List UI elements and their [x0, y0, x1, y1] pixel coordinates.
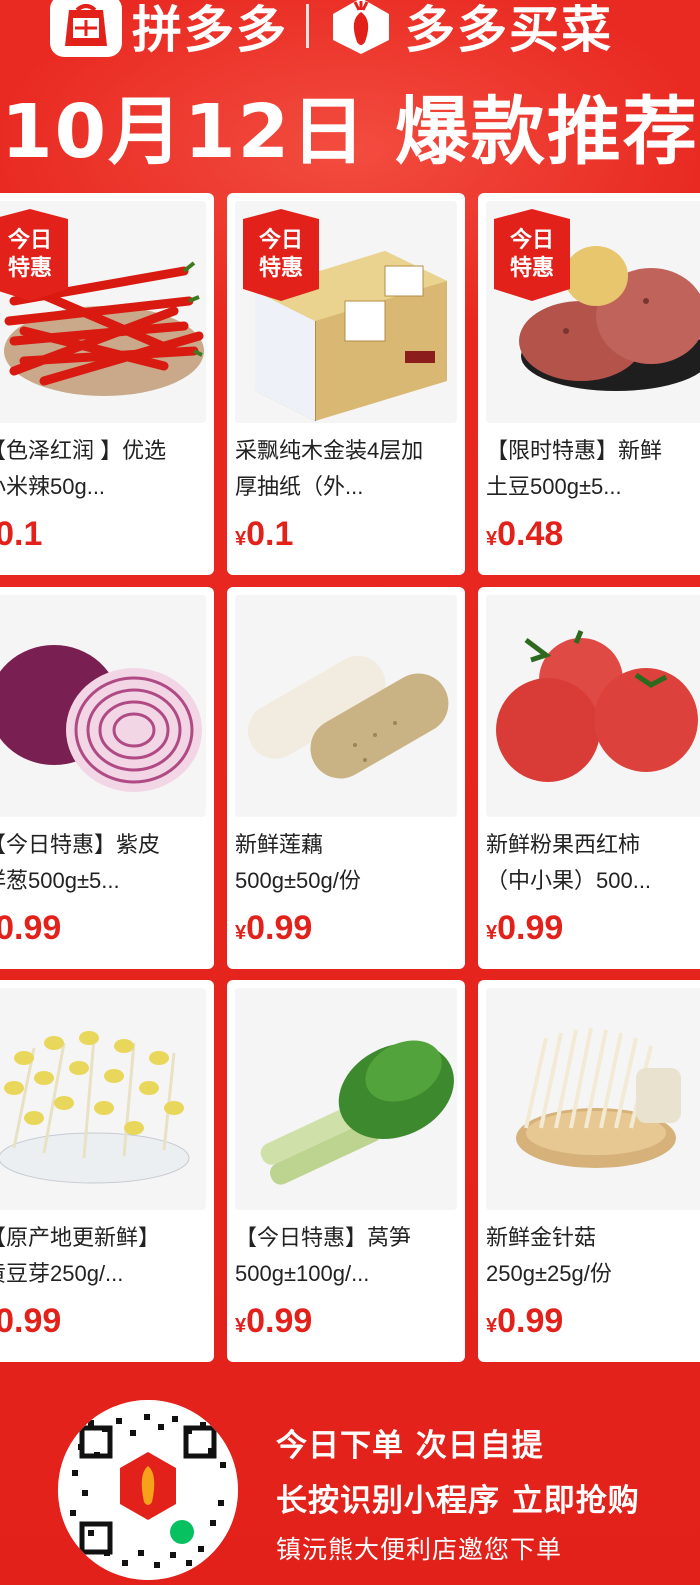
- product-price: ¥0.99: [235, 1302, 313, 1340]
- footer-store-text: 镇沅熊大便利店邀您下单: [276, 1535, 563, 1564]
- product-title: 新鲜粉果西红柿 （中小果）500...: [486, 832, 652, 893]
- product-card[interactable]: 今日特惠 【色泽红润 】优选小米辣50g... ¥0.1: [0, 193, 214, 575]
- celtuce-image: [235, 988, 457, 1210]
- red-onion-image: [0, 595, 206, 817]
- product-image: [486, 595, 700, 817]
- qr-code-icon: [58, 1400, 238, 1580]
- product-image: [0, 595, 206, 817]
- product-title: 【色泽红润 】优选小米辣50g...: [0, 438, 167, 499]
- product-price: ¥0.99: [235, 909, 313, 947]
- product-image: [0, 988, 206, 1210]
- product-card[interactable]: 今日 特惠 采飘纯木金装4层加 厚抽纸（外... ¥0.1: [227, 193, 465, 575]
- product-title: 【今日特惠】紫皮洋葱500g±5...: [0, 832, 161, 893]
- product-title: 【今日特惠】莴笋 500g±100g/...: [235, 1225, 412, 1286]
- today-special-badge: 今日 特惠: [0, 209, 70, 301]
- lotus-root-image: [235, 595, 457, 817]
- product-card[interactable]: 新鲜莲藕 500g±50g/份 ¥0.99: [227, 587, 465, 969]
- product-image: [486, 988, 700, 1210]
- product-price: ¥0.99: [0, 909, 62, 947]
- enoki-mushroom-image: [486, 988, 700, 1210]
- product-price: ¥0.99: [486, 909, 564, 947]
- product-card[interactable]: 新鲜粉果西红柿 （中小果）500... ¥0.99: [478, 587, 700, 969]
- product-price: ¥0.99: [486, 1302, 564, 1340]
- product-title: 【限时特惠】新鲜 土豆500g±5...: [486, 438, 663, 499]
- product-card[interactable]: 【今日特惠】紫皮洋葱500g±5... ¥0.99: [0, 587, 214, 969]
- product-grid: 今日特惠 【色泽红润 】优选小米辣50g... ¥0.1 今日特惠: [0, 0, 700, 1400]
- today-special-badge: 今日 特惠: [241, 209, 321, 301]
- tomatoes-image: [486, 595, 700, 817]
- product-title: 采飘纯木金装4层加 厚抽纸（外...: [235, 438, 424, 499]
- product-price: ¥0.99: [0, 1302, 62, 1340]
- product-card[interactable]: 【今日特惠】莴笋 500g±100g/... ¥0.99: [227, 980, 465, 1362]
- footer-cta-text: 长按识别小程序 立即抢购: [276, 1483, 640, 1519]
- product-title: 【原产地更新鲜】黄豆芽250g/...: [0, 1225, 161, 1286]
- product-image: [235, 595, 457, 817]
- product-image: [235, 988, 457, 1210]
- mini-program-qr-code[interactable]: [58, 1400, 238, 1580]
- product-card[interactable]: 今日 特惠 【限时特惠】新鲜 土豆500g±5... ¥0.48: [478, 193, 700, 575]
- footer: 今日下单 次日自提 长按识别小程序 立即抢购 镇沅熊大便利店邀您下单: [0, 1370, 700, 1585]
- product-title: 新鲜莲藕 500g±50g/份: [235, 832, 361, 893]
- product-price: ¥0.48: [486, 515, 564, 553]
- soybean-sprouts-image: [0, 988, 206, 1210]
- product-card[interactable]: 新鲜金针菇 250g±25g/份 ¥0.99: [478, 980, 700, 1362]
- product-price: ¥0.1: [235, 515, 294, 553]
- today-special-badge: 今日 特惠: [492, 209, 572, 301]
- product-price: ¥0.1: [0, 515, 43, 553]
- footer-pickup-text: 今日下单 次日自提: [276, 1428, 544, 1464]
- product-title: 新鲜金针菇 250g±25g/份: [486, 1225, 612, 1286]
- product-card[interactable]: 【原产地更新鲜】黄豆芽250g/... ¥0.99: [0, 980, 214, 1362]
